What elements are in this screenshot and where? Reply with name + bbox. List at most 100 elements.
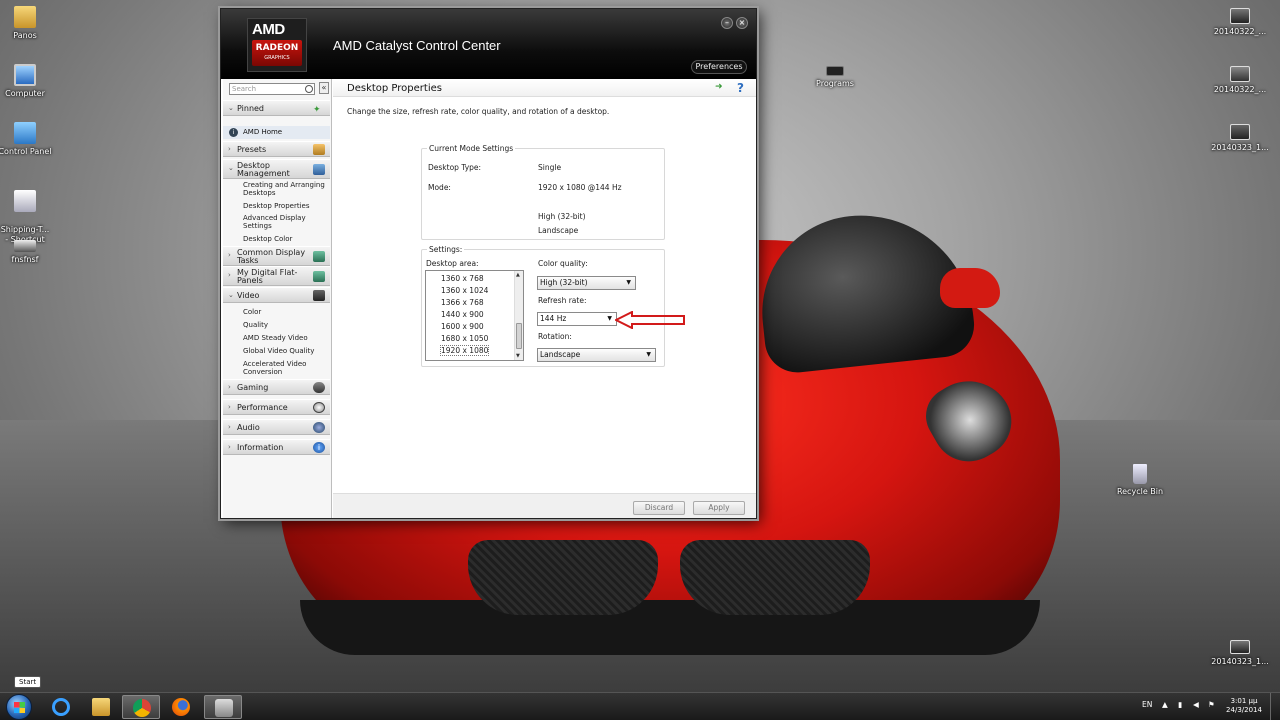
sidebar-category-video[interactable]: ⌄ Video [223, 287, 330, 303]
desktop-icon-image-4[interactable]: 20140323_1... [1205, 640, 1275, 667]
search-input[interactable]: Search [229, 83, 315, 95]
resolution-option[interactable]: 1360 x 1024 [441, 286, 488, 295]
control-panel-icon [14, 122, 36, 144]
taskbar-chrome[interactable] [122, 695, 160, 719]
sidebar-category-audio[interactable]: › Audio [223, 419, 330, 435]
sidebar-category-desktop-management[interactable]: ⌄ Desktop Management [223, 159, 330, 179]
sidebar-item-advanced-display-settings[interactable]: Advanced Display Settings [243, 214, 329, 230]
dropdown-arrow-icon: ▼ [607, 315, 612, 322]
orientation-value: Landscape [538, 226, 579, 235]
discard-button[interactable]: Discard [633, 501, 685, 515]
apply-button[interactable]: Apply [693, 501, 745, 515]
show-desktop-button[interactable] [1270, 693, 1280, 720]
resolution-option-selected[interactable]: 1920 x 1080 [439, 345, 490, 356]
radeon-logo-text: RADEON [255, 43, 299, 53]
desktop-icon-image-1[interactable]: 20140322_... [1205, 8, 1275, 37]
desktop-icon-panos[interactable]: Panos [0, 6, 60, 41]
computer-icon [14, 64, 36, 86]
category-label: Audio [237, 423, 260, 432]
start-button[interactable] [6, 694, 32, 720]
page-description: Change the size, refresh rate, color qua… [347, 107, 610, 116]
desktop-area-label: Desktop area: [426, 259, 479, 268]
desktop-icon-label: 20140323_1... [1211, 657, 1269, 666]
desktop-icon-label: fnsfnsf [11, 255, 39, 264]
taskbar-file-explorer[interactable] [82, 695, 120, 719]
close-button[interactable]: × [736, 17, 748, 29]
resolution-option[interactable]: 1360 x 768 [441, 274, 484, 283]
desktop-icon-control-panel[interactable]: Control Panel [0, 122, 60, 157]
desktop-area-listbox[interactable]: 1360 x 768 1360 x 1024 1366 x 768 1440 x… [425, 270, 524, 361]
chevron-right-icon: › [228, 403, 231, 411]
desktop-icon-label: Computer [5, 89, 45, 98]
resolution-option[interactable]: 1366 x 768 [441, 298, 484, 307]
folder-icon [92, 698, 110, 716]
group-legend: Settings: [427, 245, 465, 254]
dropdown-arrow-icon: ▼ [646, 351, 651, 358]
sidebar-item-video-color[interactable]: Color [243, 308, 329, 316]
taskbar-catalyst[interactable] [204, 695, 242, 719]
sidebar-category-performance[interactable]: › Performance [223, 399, 330, 415]
sidebar-item-accelerated-video-conversion[interactable]: Accelerated Video Conversion [243, 360, 329, 376]
scroll-up-icon[interactable]: ▲ [516, 272, 520, 278]
desktop-icon-label: 20140323_1... [1211, 143, 1269, 152]
color-quality-dropdown[interactable]: High (32-bit) ▼ [537, 276, 636, 290]
desktop-icon-recycle-bin[interactable]: Recycle Bin [1105, 464, 1175, 497]
sidebar-category-digital-flat-panels[interactable]: › My Digital Flat- Panels [223, 266, 330, 286]
page-title: Desktop Properties [347, 83, 442, 94]
show-hidden-icons-icon[interactable]: ▲ [1162, 700, 1168, 709]
sidebar-category-gaming[interactable]: › Gaming [223, 379, 330, 395]
taskbar-internet-explorer[interactable] [42, 695, 80, 719]
chevron-down-icon: ⌄ [228, 164, 234, 172]
sidebar-category-common-display-tasks[interactable]: › Common Display Tasks [223, 246, 330, 266]
sidebar-category-information[interactable]: › Information i [223, 439, 330, 455]
gamepad-icon [313, 382, 325, 393]
collapse-sidebar-button[interactable]: « [319, 82, 329, 94]
taskbar-firefox[interactable] [162, 695, 200, 719]
refresh-rate-dropdown[interactable]: 144 Hz ▼ [537, 312, 617, 326]
desktop-icon-image-2[interactable]: 20140322_... [1205, 66, 1275, 95]
preferences-button[interactable]: Preferences [691, 60, 747, 74]
sidebar-item-video-quality[interactable]: Quality [243, 321, 329, 329]
sidebar-item-amd-home[interactable]: i AMD Home [223, 126, 330, 139]
sidebar-item-creating-desktops[interactable]: Creating and Arranging Desktops [243, 181, 329, 197]
chevron-right-icon: › [228, 251, 231, 259]
rotation-dropdown[interactable]: Landscape ▼ [537, 348, 656, 362]
sidebar-item-desktop-color[interactable]: Desktop Color [243, 235, 329, 243]
search-icon[interactable] [305, 85, 313, 93]
sidebar-category-presets[interactable]: › Presets [223, 141, 330, 157]
display-tasks-icon [313, 251, 325, 262]
pin-page-icon[interactable]: ➜ [715, 83, 727, 92]
minimize-button[interactable]: – [721, 17, 733, 29]
listbox-scrollbar[interactable]: ▲ ▼ [514, 271, 523, 360]
desktop-icon-shipping-shortcut[interactable]: Shipping-T... - Shortcut [0, 180, 60, 245]
scroll-down-icon[interactable]: ▼ [516, 353, 520, 359]
sidebar-category-pinned[interactable]: ⌄ Pinned ✦ [223, 100, 330, 116]
system-clock[interactable]: 3:01 μμ 24/3/2014 [1224, 697, 1264, 715]
file-icon [14, 240, 36, 252]
scroll-thumb[interactable] [516, 323, 522, 349]
resolution-option[interactable]: 1600 x 900 [441, 322, 484, 331]
sidebar-item-steady-video[interactable]: AMD Steady Video [243, 334, 329, 342]
amd-logo-text: AMD [252, 21, 285, 38]
info-icon: i [313, 442, 325, 453]
desktop-icon-computer[interactable]: Computer [0, 64, 60, 99]
category-label-line2: Tasks [237, 256, 259, 265]
action-center-flag-icon[interactable]: ⚑ [1208, 700, 1215, 709]
network-icon[interactable]: ▮ [1178, 700, 1182, 709]
shortcut-icon [14, 190, 36, 212]
desktop-icon-programs[interactable]: Programs [800, 66, 870, 89]
volume-icon[interactable]: ◀ [1193, 700, 1199, 709]
sidebar-item-desktop-properties[interactable]: Desktop Properties [243, 202, 329, 210]
gauge-icon [313, 402, 325, 413]
image-file-icon [1230, 8, 1250, 24]
sidebar-item-global-video-quality[interactable]: Global Video Quality [243, 347, 329, 355]
help-icon[interactable]: ? [737, 81, 744, 95]
rotation-label: Rotation: [538, 332, 572, 341]
language-indicator[interactable]: EN [1142, 700, 1152, 709]
radeon-badge: RADEON GRAPHICS [252, 40, 302, 66]
resolution-option[interactable]: 1440 x 900 [441, 310, 484, 319]
resolution-option[interactable]: 1680 x 1050 [441, 334, 488, 343]
desktop-icon-fnsfnsf[interactable]: fnsfnsf [0, 240, 60, 265]
desktop-icon-image-3[interactable]: 20140323_1... [1205, 124, 1275, 153]
desktop-icon-label: Control Panel [0, 147, 52, 156]
